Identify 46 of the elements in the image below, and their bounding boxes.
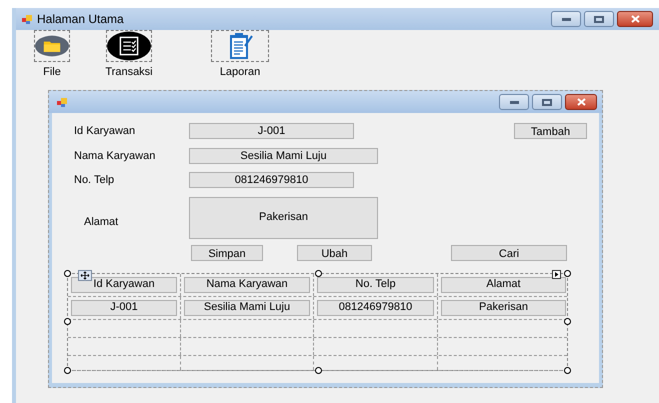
resize-handle[interactable] <box>564 318 571 324</box>
field-label: Nama Karyawan <box>73 148 156 164</box>
text-field[interactable]: 081246979810 <box>189 172 354 188</box>
field-label: No. Telp <box>73 173 116 188</box>
text-field[interactable]: Pakerisan <box>189 196 378 238</box>
resize-handle[interactable] <box>564 270 571 276</box>
toolbar-label: File <box>43 65 61 80</box>
column-header: No. Telp <box>317 276 434 292</box>
resize-handle[interactable] <box>315 366 322 374</box>
action-button[interactable]: Cari <box>451 244 567 260</box>
close-button[interactable] <box>565 94 597 110</box>
window-title: Halaman Utama <box>37 11 124 28</box>
app-icon <box>22 14 32 24</box>
smart-tag-icon[interactable] <box>552 270 561 278</box>
resize-handle[interactable] <box>64 270 71 276</box>
close-button[interactable] <box>617 11 653 27</box>
resize-handle[interactable] <box>64 318 71 324</box>
toolbar-button[interactable] <box>106 30 152 62</box>
column-header: Alamat <box>441 276 566 292</box>
column-header: Id Karyawan <box>71 276 177 292</box>
field-label: Alamat <box>83 215 120 230</box>
field-label: Id Karyawan <box>73 124 136 139</box>
action-button[interactable]: Simpan <box>191 244 263 260</box>
resize-handle[interactable] <box>315 270 322 276</box>
checklist-icon <box>107 31 151 61</box>
minimize-button[interactable] <box>551 11 581 27</box>
close-icon <box>576 98 586 106</box>
minimize-button[interactable] <box>499 94 529 110</box>
add-button[interactable]: Tambah <box>514 123 587 140</box>
text-field[interactable]: Sesilia Mami Luju <box>189 148 378 164</box>
toolbar-label: Laporan <box>220 65 260 80</box>
maximize-button[interactable] <box>532 94 562 110</box>
resize-handle[interactable] <box>564 366 571 374</box>
table-cell: Sesilia Mami Luju <box>184 300 310 316</box>
move-icon[interactable] <box>78 270 92 280</box>
toolbar-label: Transaksi <box>105 65 153 80</box>
text-field[interactable]: J-001 <box>189 123 354 140</box>
app-icon <box>57 98 67 106</box>
table-cell: J-001 <box>71 300 177 316</box>
action-button[interactable]: Ubah <box>297 244 372 260</box>
table-cell: 081246979810 <box>317 300 434 316</box>
maximize-button[interactable] <box>584 11 614 27</box>
table-cell: Pakerisan <box>441 300 566 316</box>
close-icon <box>630 15 640 23</box>
column-header: Nama Karyawan <box>184 276 310 292</box>
resize-handle[interactable] <box>64 366 71 374</box>
